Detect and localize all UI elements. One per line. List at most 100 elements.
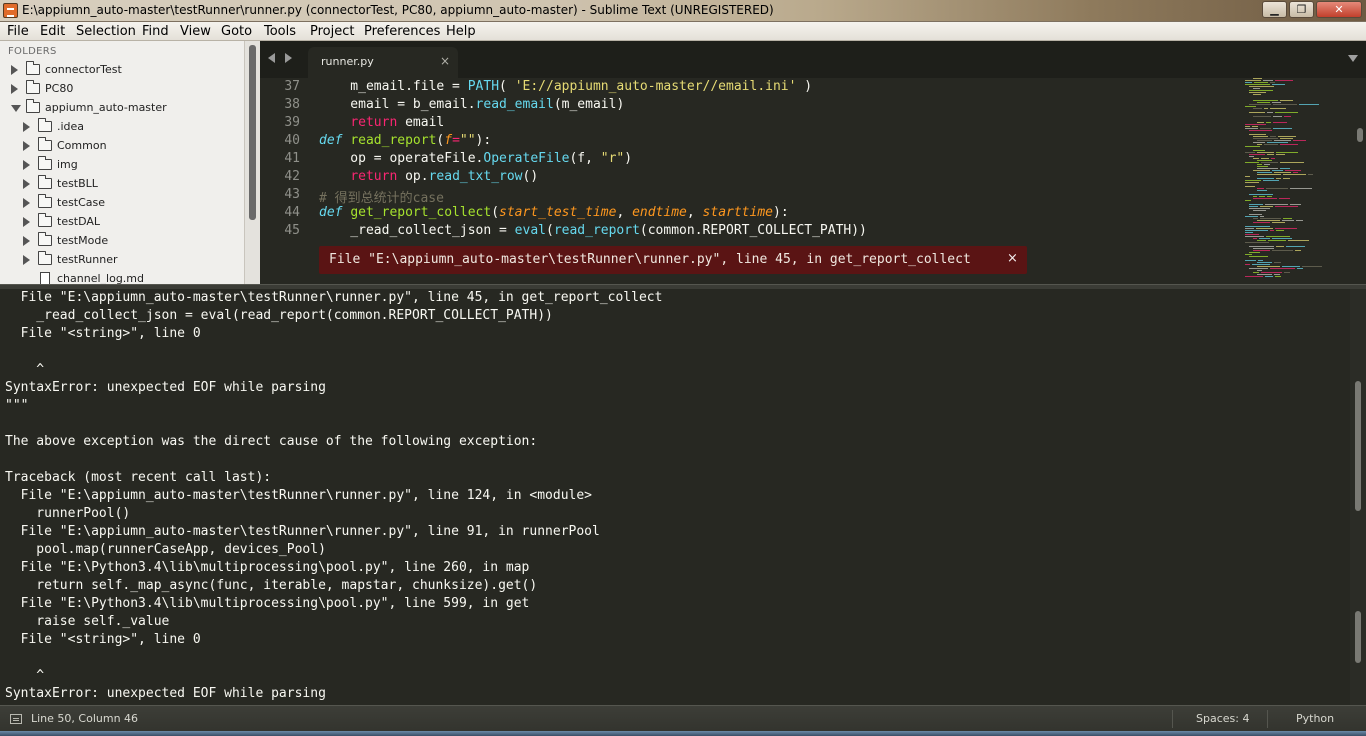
- minimap-line: [1253, 88, 1260, 89]
- minimap-line: [1273, 122, 1287, 123]
- minimap-line: [1257, 178, 1274, 179]
- output-line: runnerPool(): [5, 506, 131, 521]
- tab-close-icon[interactable]: ×: [440, 54, 450, 68]
- menu-edit[interactable]: Edit: [40, 24, 65, 39]
- minimap-line: [1265, 204, 1288, 205]
- code-editor[interactable]: 37 m_email.file = PATH( 'E://appiumn_aut…: [260, 78, 1366, 284]
- chevron-right-icon[interactable]: [23, 198, 30, 208]
- error-phantom-close-icon[interactable]: ×: [1007, 251, 1018, 266]
- minimap-line: [1290, 188, 1312, 189]
- output-scrollbar[interactable]: [1350, 289, 1366, 705]
- output-line: SyntaxError: unexpected EOF while parsin…: [5, 380, 326, 395]
- minimap-line: [1245, 186, 1255, 187]
- minimap-line: [1249, 208, 1270, 209]
- build-output-panel[interactable]: File "E:\appiumn_auto-master\testRunner\…: [0, 289, 1366, 705]
- code-token: starttime: [702, 205, 773, 220]
- code-token: OperateFile: [483, 151, 570, 166]
- panel-toggle-icon[interactable]: [10, 714, 22, 724]
- chevron-down-icon[interactable]: [11, 105, 21, 112]
- editor-scroll-thumb[interactable]: [1357, 128, 1363, 142]
- minimap-line: [1293, 172, 1298, 173]
- menu-file[interactable]: File: [7, 24, 29, 39]
- line-number: 38: [284, 97, 300, 112]
- error-phantom: File "E:\appiumn_auto-master\testRunner\…: [319, 246, 1027, 274]
- minimap-line: [1270, 230, 1274, 231]
- menu-view[interactable]: View: [180, 24, 211, 39]
- maximize-button[interactable]: ❐: [1289, 1, 1314, 18]
- minimap-line: [1249, 194, 1273, 195]
- editor-scrollbar[interactable]: [1354, 78, 1366, 284]
- minimap-line: [1257, 172, 1272, 173]
- chevron-right-icon[interactable]: [23, 122, 30, 132]
- sublime-text-icon[interactable]: [3, 3, 18, 18]
- sidebar-item-label: PC80: [45, 82, 74, 95]
- tab-dropdown-icon[interactable]: [1348, 55, 1358, 62]
- code-token: (: [499, 79, 515, 94]
- close-button[interactable]: ✕: [1316, 1, 1362, 18]
- minimap-line: [1284, 272, 1290, 273]
- folder-icon: [38, 137, 52, 151]
- chevron-right-icon[interactable]: [11, 84, 18, 94]
- menu-tools[interactable]: Tools: [264, 24, 296, 39]
- tab-scroll-left-icon[interactable]: [268, 53, 275, 63]
- chevron-right-icon[interactable]: [11, 65, 18, 75]
- chevron-right-icon[interactable]: [23, 255, 30, 265]
- menu-project[interactable]: Project: [310, 24, 354, 39]
- code-text: email = b_email.read_email(m_email): [319, 97, 624, 112]
- output-scroll-thumb[interactable]: [1355, 381, 1361, 511]
- minimap-line: [1245, 232, 1253, 233]
- minimap-line: [1273, 116, 1282, 117]
- minimap-line: [1249, 214, 1262, 215]
- code-line: 38 email = b_email.read_email(m_email): [260, 97, 1240, 115]
- menu-help[interactable]: Help: [446, 24, 476, 39]
- code-line: 39 return email: [260, 115, 1240, 133]
- minimap-line: [1260, 218, 1281, 219]
- indentation-setting[interactable]: Spaces: 4: [1196, 712, 1249, 725]
- minimap-line: [1253, 158, 1259, 159]
- minimap-line: [1279, 198, 1290, 199]
- minimap-line: [1245, 200, 1251, 201]
- minimap-line: [1285, 170, 1301, 171]
- chevron-right-icon[interactable]: [23, 217, 30, 227]
- chevron-right-icon[interactable]: [23, 179, 30, 189]
- menu-bar: File Edit Selection Find View Goto Tools…: [0, 22, 1366, 41]
- divider: [1267, 710, 1268, 728]
- sidebar-item-label: channel_log.md: [57, 272, 144, 284]
- code-token: read_report: [553, 223, 640, 238]
- tab-runner-py[interactable]: runner.py ×: [308, 47, 458, 78]
- minimize-button[interactable]: ▁: [1262, 1, 1287, 18]
- tab-scroll-right-icon[interactable]: [285, 53, 292, 63]
- code-token: f: [444, 133, 453, 148]
- output-line: File "E:\appiumn_auto-master\testRunner\…: [5, 488, 592, 503]
- minimap-line: [1253, 142, 1265, 143]
- output-line: File "E:\Python3.4\lib\multiprocessing\p…: [5, 596, 530, 611]
- minimap-line: [1290, 204, 1301, 205]
- sidebar-scroll-thumb[interactable]: [249, 45, 256, 220]
- folder-open-icon: [26, 99, 40, 113]
- chevron-right-icon[interactable]: [23, 141, 30, 151]
- output-line: ^: [5, 668, 45, 683]
- minimap-line: [1278, 136, 1296, 137]
- code-token: read_txt_row: [428, 169, 523, 184]
- minimap-line: [1274, 274, 1280, 275]
- minimap-line: [1270, 268, 1295, 269]
- code-token: ): [624, 151, 633, 166]
- sidebar-scrollbar[interactable]: [244, 41, 260, 284]
- minimap-line: [1270, 108, 1286, 109]
- menu-find[interactable]: Find: [142, 24, 169, 39]
- syntax-setting[interactable]: Python: [1296, 712, 1334, 725]
- chevron-right-icon[interactable]: [23, 160, 30, 170]
- menu-preferences[interactable]: Preferences: [364, 24, 440, 39]
- minimap-line: [1245, 106, 1256, 107]
- minimap-line: [1252, 126, 1258, 127]
- menu-selection[interactable]: Selection: [76, 24, 136, 39]
- minimap-line: [1245, 152, 1255, 153]
- menu-goto[interactable]: Goto: [221, 24, 252, 39]
- minimap[interactable]: [1245, 78, 1353, 284]
- code-token: (m_email): [553, 97, 625, 112]
- minimap-line: [1257, 140, 1272, 141]
- chevron-right-icon[interactable]: [23, 236, 30, 246]
- minimap-line: [1272, 250, 1293, 251]
- minimap-line: [1249, 268, 1268, 269]
- minimap-line: [1261, 158, 1269, 159]
